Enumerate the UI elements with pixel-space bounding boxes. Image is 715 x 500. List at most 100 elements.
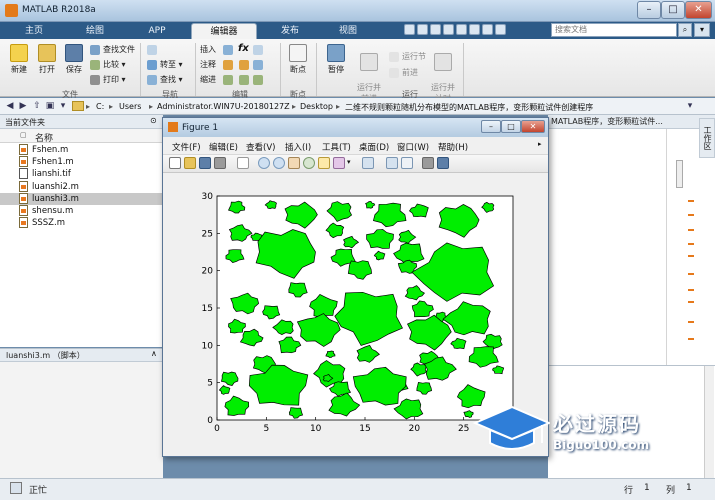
paste-icon[interactable] <box>443 24 454 35</box>
insert-function-icon[interactable]: fx <box>238 43 249 54</box>
path-crumb[interactable]: 二维不规则颗粒随机分布模型的MATLAB程序，变形颗粒试件创建程序 <box>345 102 593 113</box>
redo-icon[interactable] <box>469 24 480 35</box>
comment-percent-button[interactable] <box>222 58 236 71</box>
tab-home[interactable]: 主页 <box>13 23 55 39</box>
code-analyzer-marker[interactable] <box>688 338 694 340</box>
minimize-button[interactable]: – <box>637 1 661 19</box>
copy-icon[interactable] <box>430 24 441 35</box>
uncomment-button[interactable] <box>238 58 252 71</box>
path-history-icon[interactable]: ▾ <box>57 101 69 112</box>
comment-button[interactable]: 注释 <box>198 58 216 71</box>
edit-plot-icon[interactable] <box>237 157 249 169</box>
new-figure-icon[interactable] <box>169 157 181 169</box>
zoom-in-icon[interactable] <box>258 157 270 169</box>
figure-minimize-button[interactable]: – <box>481 120 501 133</box>
menu-file[interactable]: 文件(F) <box>172 141 201 153</box>
file-row[interactable]: luanshi2.m <box>0 180 163 193</box>
file-row[interactable]: Fshen.m <box>0 144 163 156</box>
name-column[interactable]: 名称 <box>35 131 53 144</box>
smart-indent-button[interactable] <box>252 73 266 86</box>
find-files-button[interactable]: 查找文件 <box>89 43 135 56</box>
save-button[interactable]: 保存 <box>62 44 86 75</box>
path-dropdown-icon[interactable]: ▾ <box>684 101 696 112</box>
menu-tools[interactable]: 工具(T) <box>322 141 351 153</box>
brush-icon[interactable] <box>333 157 345 169</box>
code-analyzer-marker[interactable] <box>688 301 694 303</box>
tab-plots[interactable]: 绘图 <box>72 23 118 39</box>
insert-more-button[interactable] <box>252 43 266 56</box>
breakpoints-button[interactable]: 断点 <box>284 44 312 75</box>
sort-icon[interactable]: ▢ <box>20 131 27 139</box>
search-icon[interactable]: ⌕ <box>678 23 692 37</box>
code-analyzer-marker[interactable] <box>688 214 694 216</box>
workspace-side-tab[interactable]: 工作区 <box>699 118 715 158</box>
path-crumb[interactable]: Users <box>119 102 141 111</box>
command-scrollbar[interactable] <box>704 366 714 478</box>
show-plot-tools-icon[interactable] <box>437 157 449 169</box>
wrap-comment-button[interactable] <box>252 58 266 71</box>
open-button[interactable]: 打开 <box>35 44 59 75</box>
link-plot-icon[interactable] <box>362 157 374 169</box>
editor-scrollbar[interactable] <box>676 160 683 188</box>
code-analyzer-marker[interactable] <box>688 289 694 291</box>
file-row[interactable]: Fshen1.m <box>0 156 163 168</box>
code-analyzer-marker[interactable] <box>688 243 694 245</box>
file-row[interactable]: luanshi3.m <box>0 192 163 205</box>
brush-dropdown-icon[interactable]: ▾ <box>347 158 351 166</box>
switch-windows-icon[interactable] <box>482 24 493 35</box>
back-arrow-icon[interactable]: ◀ <box>4 101 16 112</box>
details-toggle-icon[interactable]: ∧ <box>151 349 157 358</box>
path-crumb[interactable]: C: <box>96 102 104 111</box>
expand-ribbon-icon[interactable]: ▾ <box>694 23 710 37</box>
legend-icon[interactable] <box>401 157 413 169</box>
advance-button[interactable]: 前进 <box>388 66 418 79</box>
pan-hand-icon[interactable] <box>288 157 300 169</box>
tab-publish[interactable]: 发布 <box>268 23 312 39</box>
close-button[interactable]: ✕ <box>685 1 712 19</box>
print-figure-icon[interactable] <box>214 157 226 169</box>
path-crumb[interactable]: Desktop <box>300 102 333 111</box>
up-folder-icon[interactable]: ⇧ <box>31 101 43 112</box>
run-section-button[interactable]: 运行节 <box>388 50 426 63</box>
new-button[interactable]: 新建 <box>6 44 32 75</box>
find-button[interactable]: 查找 ▾ <box>146 73 183 86</box>
menu-insert[interactable]: 插入(I) <box>285 141 311 153</box>
open-file-icon[interactable] <box>184 157 196 169</box>
code-analyzer-marker[interactable] <box>688 321 694 323</box>
path-crumb[interactable]: Administrator.WIN7U-20180127Z <box>157 102 290 111</box>
code-analyzer-marker[interactable] <box>688 273 694 275</box>
forward-arrow-icon[interactable]: ▶ <box>17 101 29 112</box>
indent-button[interactable]: 缩进 <box>198 73 216 86</box>
file-row[interactable]: SSSZ.m <box>0 217 163 229</box>
tab-apps[interactable]: APP <box>131 23 183 39</box>
save-icon[interactable] <box>404 24 415 35</box>
insert-section-button[interactable] <box>222 43 236 56</box>
indent-left-button[interactable] <box>222 73 236 86</box>
compare-button[interactable]: 比较 ▾ <box>89 58 126 71</box>
browse-folder-icon[interactable]: ▣ <box>44 101 56 112</box>
cut-icon[interactable] <box>417 24 428 35</box>
search-documentation-input[interactable]: 搜索文档 <box>551 23 677 37</box>
file-row[interactable]: lianshi.tif <box>0 168 163 180</box>
tab-view[interactable]: 视图 <box>326 23 370 39</box>
menu-window[interactable]: 窗口(W) <box>397 141 429 153</box>
tab-editor[interactable]: 编辑器 <box>191 23 257 39</box>
zoom-out-icon[interactable] <box>273 157 285 169</box>
hide-plot-tools-icon[interactable] <box>422 157 434 169</box>
file-row[interactable]: shensu.m <box>0 205 163 217</box>
save-figure-icon[interactable] <box>199 157 211 169</box>
print-button[interactable]: 打印 ▾ <box>89 73 126 86</box>
menu-overflow-icon[interactable]: ▸ <box>538 140 542 148</box>
menu-help[interactable]: 帮助(H) <box>438 141 468 153</box>
colorbar-icon[interactable] <box>386 157 398 169</box>
menu-edit[interactable]: 编辑(E) <box>209 141 238 153</box>
menu-view[interactable]: 查看(V) <box>246 141 275 153</box>
help-icon[interactable] <box>495 24 506 35</box>
panel-menu-icon[interactable]: ⊙ <box>150 116 157 125</box>
back-button[interactable] <box>146 43 160 56</box>
quick-access-toolbar[interactable] <box>404 24 549 37</box>
pause-button[interactable]: 暂停 <box>322 44 350 75</box>
maximize-button[interactable]: □ <box>661 1 685 19</box>
editor-tab[interactable]: MATLAB程序，变形颗粒试件... <box>548 115 715 129</box>
code-analyzer-marker[interactable] <box>688 200 694 202</box>
